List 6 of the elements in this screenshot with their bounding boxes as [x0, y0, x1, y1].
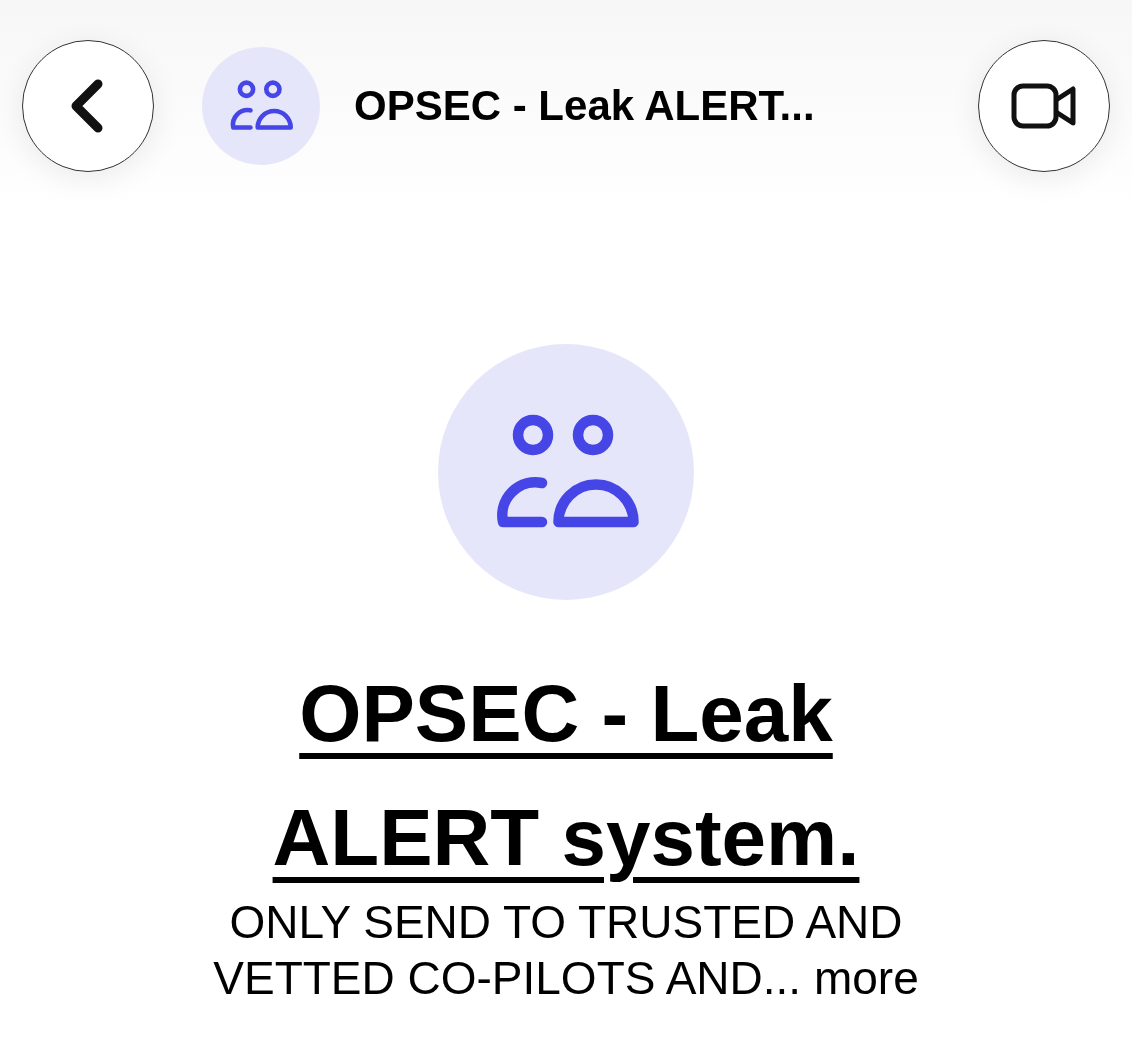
group-description: ONLY SEND TO TRUSTED AND VETTED CO-PILOTS AND... more — [212, 895, 920, 1006]
more-link[interactable]: more — [813, 952, 919, 1004]
group-icon — [228, 80, 294, 132]
group-name: OPSEC - Leak ALERT system. — [271, 668, 861, 884]
video-camera-icon — [1011, 83, 1077, 129]
chat-title: OPSEC - Leak ALERT... — [354, 82, 816, 130]
